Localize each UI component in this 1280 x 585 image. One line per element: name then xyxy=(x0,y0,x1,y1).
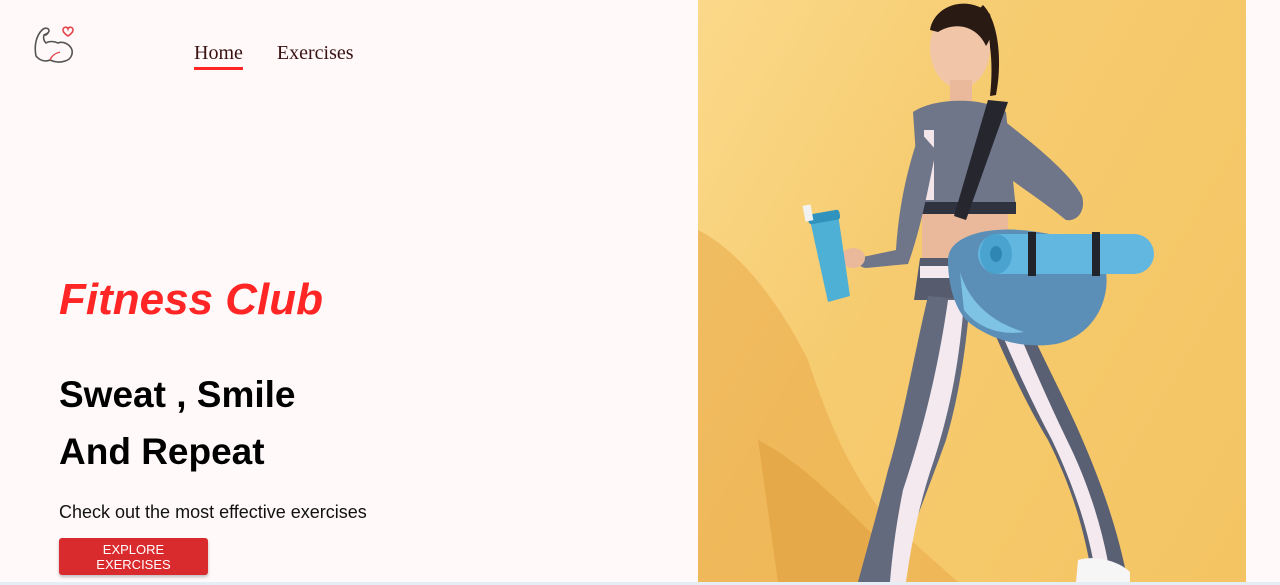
headline-line-1: Sweat , Smile xyxy=(59,374,296,415)
hero-subtitle: Check out the most effective exercises xyxy=(59,502,367,522)
brand-title: Fitness Club xyxy=(59,275,324,324)
hero-text-block: Fitness Club Sweat , Smile And Repeat Ch… xyxy=(59,270,659,524)
main-nav: Home Exercises xyxy=(194,42,354,70)
headline-line-2: And Repeat xyxy=(59,431,265,472)
woman-walking-with-gym-bag-illustration xyxy=(698,3,1154,582)
hero-banner-image xyxy=(698,0,1246,582)
nav-link-home[interactable]: Home xyxy=(194,42,243,70)
hero-headline: Sweat , Smile And Repeat xyxy=(59,366,659,480)
page: Home Exercises Fitness Club Sweat , Smil… xyxy=(0,0,1280,585)
nav-link-exercises[interactable]: Exercises xyxy=(277,42,354,70)
flexed-arm-heart-logo-icon[interactable] xyxy=(30,22,76,68)
explore-exercises-button[interactable]: EXPLORE EXERCISES xyxy=(59,538,208,575)
